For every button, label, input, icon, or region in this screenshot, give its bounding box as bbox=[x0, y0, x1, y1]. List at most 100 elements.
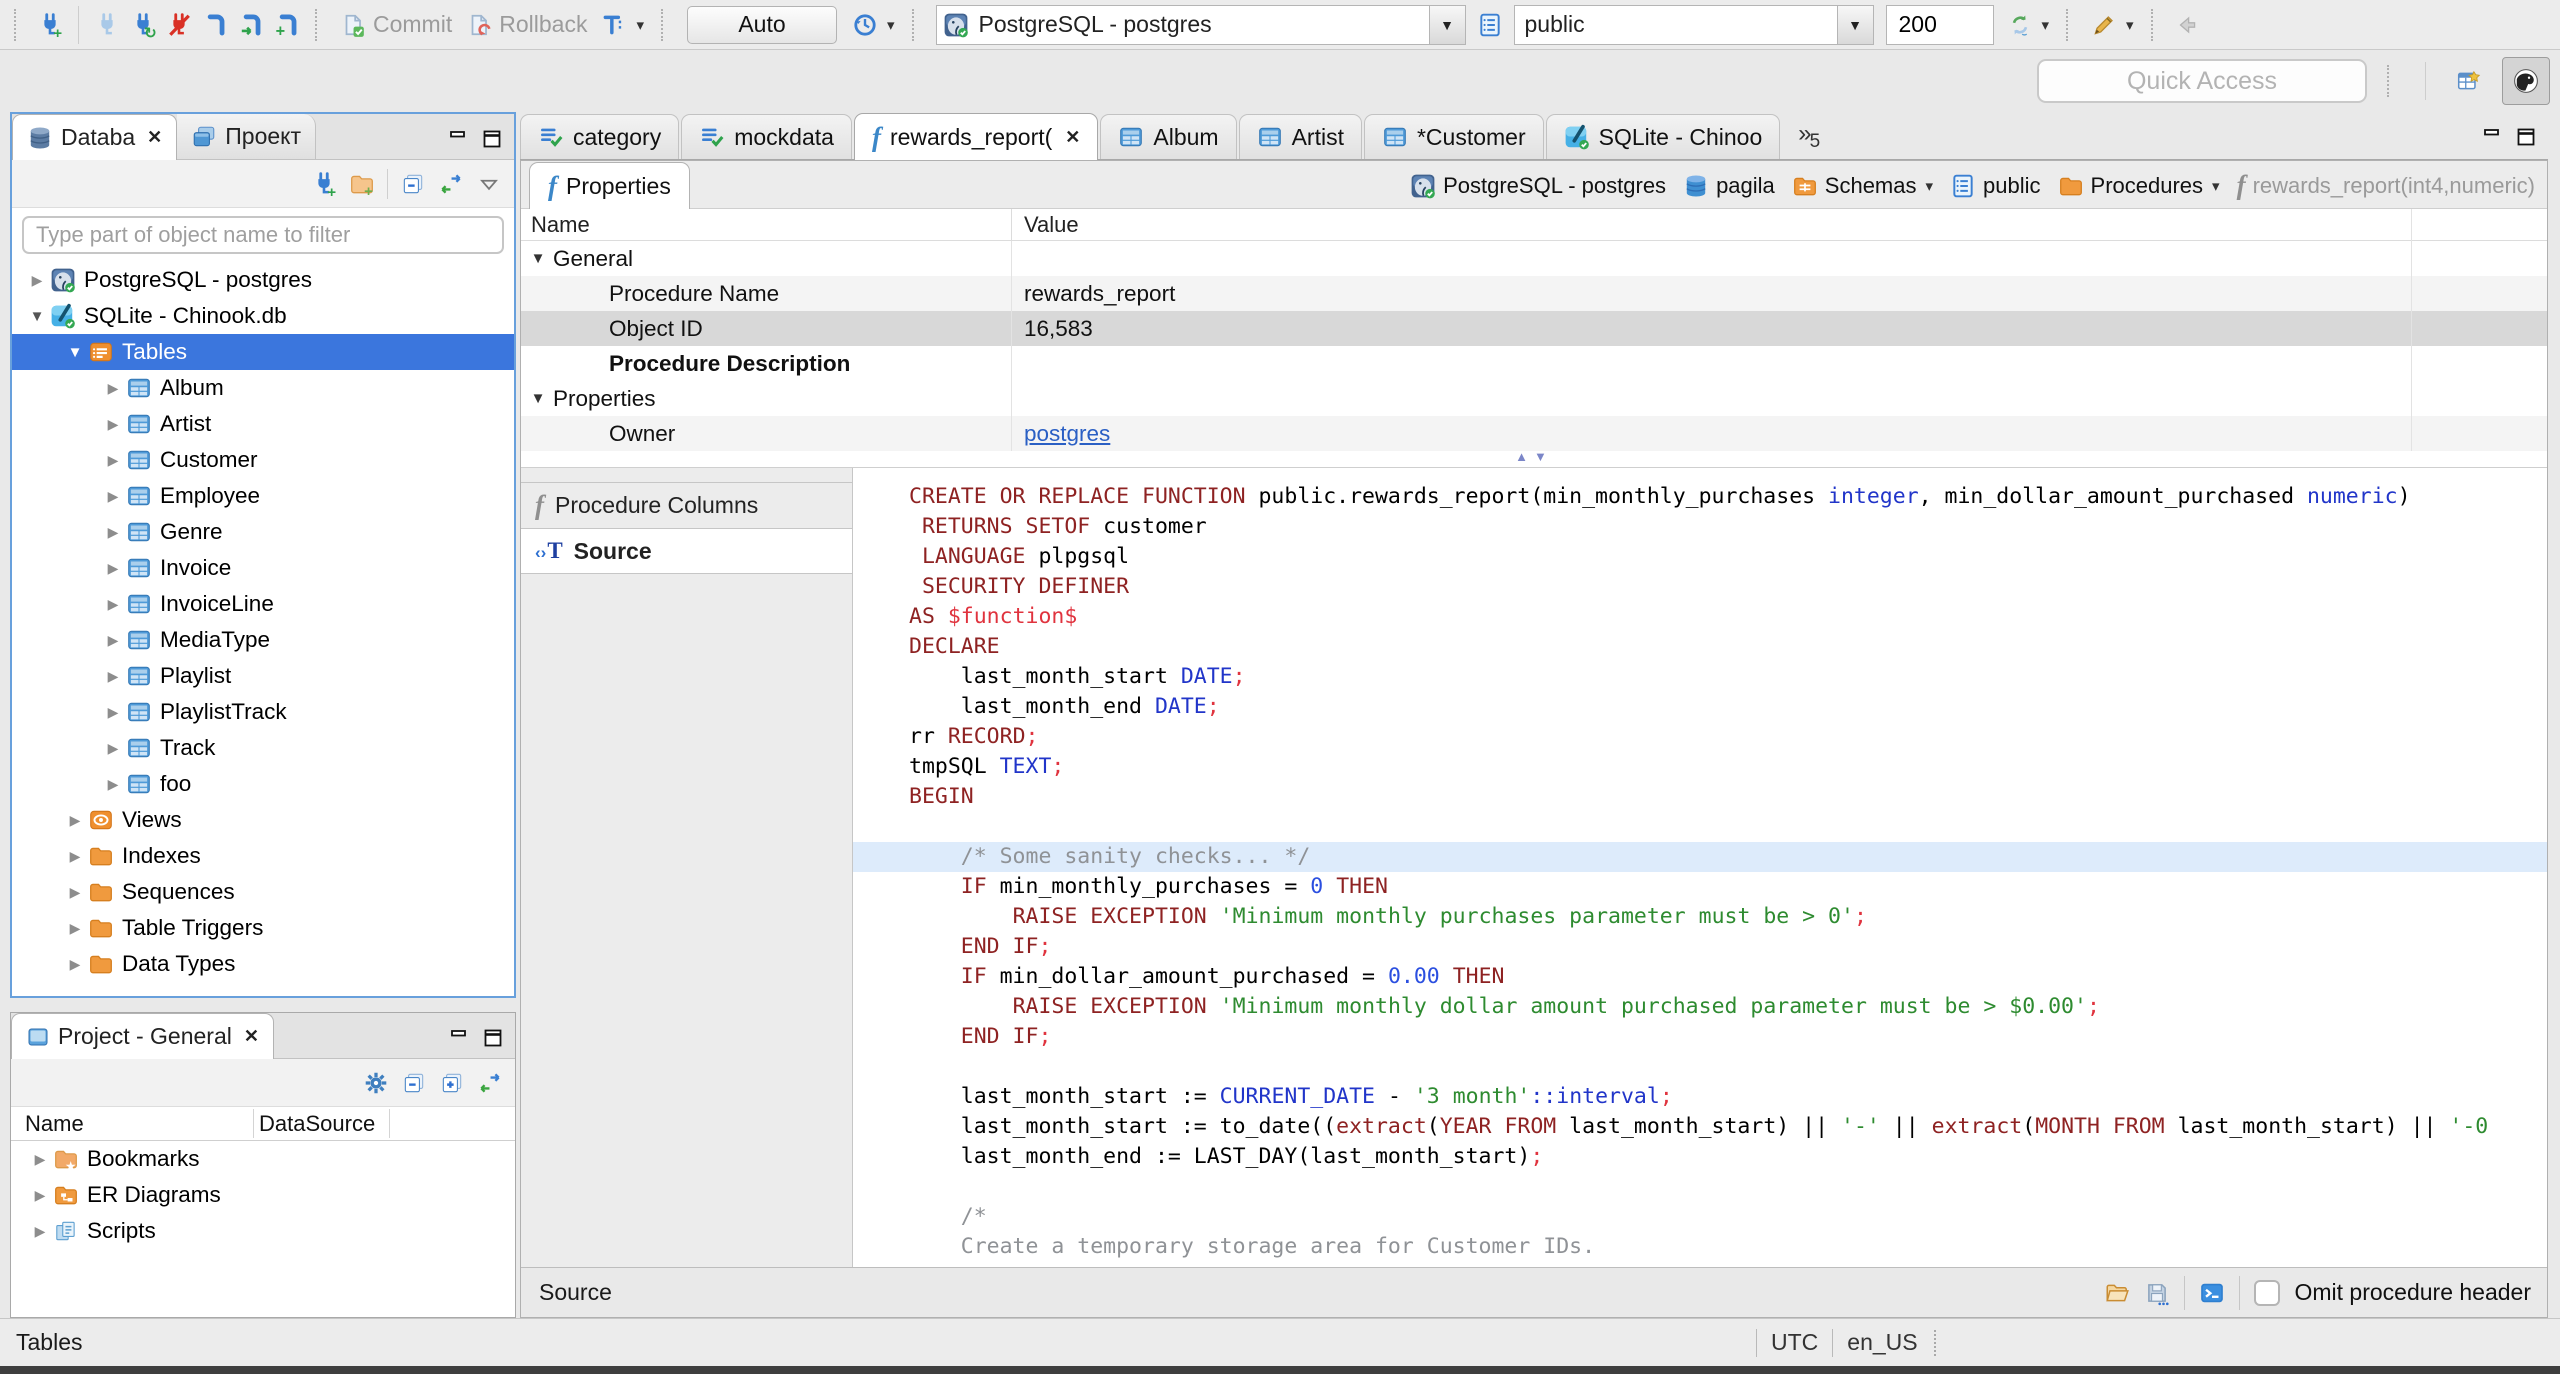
side-tab-procedure-columns[interactable]: f Procedure Columns bbox=[521, 482, 852, 528]
expand-arrow-icon[interactable]: ▶ bbox=[62, 956, 88, 973]
nav-tab-databa[interactable]: Databa ✕ bbox=[12, 114, 178, 160]
expand-arrow-icon[interactable]: ▶ bbox=[100, 560, 126, 577]
open-in-sql-console-icon[interactable] bbox=[2199, 1280, 2225, 1306]
chevron-down-icon[interactable]: ▾ bbox=[2212, 177, 2220, 195]
property-row-owner[interactable]: Owner postgres bbox=[521, 416, 2547, 451]
expand-arrow-icon[interactable]: ▶ bbox=[62, 920, 88, 937]
fetch-size-input[interactable] bbox=[1885, 4, 1994, 45]
auto-commit-button[interactable]: Auto bbox=[686, 5, 837, 44]
expand-arrow-icon[interactable]: ▶ bbox=[100, 596, 126, 613]
expand-arrow-icon[interactable]: ▶ bbox=[27, 1151, 53, 1168]
tree-item-artist[interactable]: ▶ Artist bbox=[12, 406, 514, 442]
connection-combo-dropdown[interactable]: ▼ bbox=[1428, 5, 1465, 44]
expand-arrow-icon[interactable]: ▶ bbox=[24, 272, 50, 289]
property-row-properties[interactable]: ▼ Properties bbox=[521, 381, 2547, 416]
expand-arrow-icon[interactable]: ▶ bbox=[100, 416, 126, 433]
chevron-down-icon[interactable]: ▾ bbox=[1926, 177, 1934, 195]
tree-item-data-types[interactable]: ▶ Data Types bbox=[12, 946, 514, 982]
collapse-all-icon[interactable] bbox=[401, 1070, 427, 1096]
tree-item-views[interactable]: ▶ Views bbox=[12, 802, 514, 838]
project-item-bookmarks[interactable]: ▶ ★ Bookmarks bbox=[11, 1141, 515, 1177]
expand-arrow-icon[interactable]: ▶ bbox=[100, 740, 126, 757]
editor-tab-customer[interactable]: *Customer bbox=[1363, 114, 1544, 159]
minimize-icon[interactable] bbox=[447, 1026, 471, 1050]
source-code-editor[interactable]: CREATE OR REPLACE FUNCTION public.reward… bbox=[853, 468, 2547, 1267]
tree-item-album[interactable]: ▶ Album bbox=[12, 370, 514, 406]
maximize-icon[interactable] bbox=[2514, 125, 2538, 149]
breadcrumb-public[interactable]: public bbox=[1950, 173, 2041, 199]
expand-arrow-icon[interactable]: ▶ bbox=[62, 884, 88, 901]
owner-link[interactable]: postgres bbox=[1024, 421, 1110, 447]
minimize-icon[interactable] bbox=[2480, 125, 2504, 149]
editor-tab-category[interactable]: category bbox=[520, 114, 680, 159]
editor-tab-rewards-report[interactable]: f rewards_report(✕ bbox=[853, 113, 1099, 160]
property-row-general[interactable]: ▼ General bbox=[521, 241, 2547, 276]
gear-icon[interactable] bbox=[363, 1070, 389, 1096]
rollback-button[interactable]: Rollback bbox=[466, 11, 587, 38]
expand-arrow-icon[interactable]: ▶ bbox=[100, 488, 126, 505]
transaction-mode-button[interactable]: ▾ bbox=[601, 12, 644, 38]
tab-project-general[interactable]: Project - General ✕ bbox=[11, 1013, 274, 1059]
property-row-object-id[interactable]: Object ID 16,583 bbox=[521, 311, 2547, 346]
tree-item-tables[interactable]: ▼ Tables bbox=[12, 334, 514, 370]
property-row-procedure-description[interactable]: Procedure Description bbox=[521, 346, 2547, 381]
column-divider[interactable] bbox=[389, 1109, 390, 1138]
editor-tab-album[interactable]: Album bbox=[1100, 114, 1237, 159]
tree-item-employee[interactable]: ▶ Employee bbox=[12, 478, 514, 514]
tree-item-playlist[interactable]: ▶ Playlist bbox=[12, 658, 514, 694]
close-icon[interactable]: ✕ bbox=[244, 1026, 259, 1047]
close-icon[interactable]: ✕ bbox=[147, 127, 162, 148]
collapse-arrow-icon[interactable]: ▼ bbox=[24, 308, 50, 325]
new-connection-icon[interactable]: + bbox=[311, 171, 337, 197]
new-sql-editor-icon[interactable]: + bbox=[274, 12, 300, 38]
new-folder-icon[interactable]: + bbox=[349, 171, 375, 197]
dbeaver-perspective-button[interactable] bbox=[2502, 57, 2550, 105]
tree-item-sequences[interactable]: ▶ Sequences bbox=[12, 874, 514, 910]
omit-procedure-header-checkbox[interactable] bbox=[2254, 1279, 2281, 1306]
property-row-procedure-name[interactable]: Procedure Name rewards_report bbox=[521, 276, 2547, 311]
link-with-editor-icon[interactable] bbox=[477, 1070, 503, 1096]
sql-editor-icon[interactable] bbox=[202, 12, 228, 38]
link-with-editor-icon[interactable] bbox=[438, 171, 464, 197]
tree-item-invoice[interactable]: ▶ Invoice bbox=[12, 550, 514, 586]
quick-access-input[interactable] bbox=[2037, 59, 2367, 103]
transaction-log-button[interactable]: ▾ bbox=[852, 12, 895, 38]
tree-item-indexes[interactable]: ▶ Indexes bbox=[12, 838, 514, 874]
expand-arrow-icon[interactable]: ▶ bbox=[27, 1187, 53, 1204]
editor-tab-sqlite-chinoo[interactable]: SQLite - Chinoo bbox=[1545, 114, 1781, 159]
collapse-arrow-icon[interactable]: ▼ bbox=[62, 344, 88, 361]
collapse-all-icon[interactable] bbox=[400, 171, 426, 197]
maximize-icon[interactable] bbox=[480, 127, 504, 151]
expand-arrow-icon[interactable]: ▶ bbox=[100, 668, 126, 685]
schema-combo[interactable]: public ▼ bbox=[1513, 4, 1874, 45]
expand-arrow-icon[interactable]: ▶ bbox=[100, 704, 126, 721]
refresh-button[interactable]: ▾ bbox=[2007, 12, 2049, 38]
tree-item-playlisttrack[interactable]: ▶ PlaylistTrack bbox=[12, 694, 514, 730]
tree-item-table-triggers[interactable]: ▶ Table Triggers bbox=[12, 910, 514, 946]
sash-collapse-icons[interactable]: ▲▼ bbox=[1515, 449, 1553, 464]
minimize-icon[interactable] bbox=[446, 127, 470, 151]
back-arrow-icon[interactable] bbox=[2174, 12, 2200, 38]
breadcrumb-postgresql-postgres[interactable]: PostgreSQL - postgres bbox=[1410, 173, 1666, 199]
breadcrumb-procedures[interactable]: Procedures ▾ bbox=[2058, 173, 2220, 199]
nav-tab-проект[interactable]: Проект bbox=[177, 114, 317, 159]
expand-arrow-icon[interactable]: ▶ bbox=[100, 524, 126, 541]
expand-arrow-icon[interactable]: ▶ bbox=[100, 632, 126, 649]
grid-column-value[interactable]: Value bbox=[1011, 209, 2547, 240]
tree-item-invoiceline[interactable]: ▶ InvoiceLine bbox=[12, 586, 514, 622]
breadcrumb-pagila[interactable]: pagila bbox=[1683, 173, 1775, 199]
column-header-name[interactable]: Name bbox=[25, 1111, 84, 1137]
expand-arrow-icon[interactable]: ▶ bbox=[100, 776, 126, 793]
expand-arrow-icon[interactable]: ▶ bbox=[100, 452, 126, 469]
breadcrumb-rewards-report-int4-numeric[interactable]: f rewards_report(int4,numeric) bbox=[2237, 172, 2535, 199]
tab-properties[interactable]: f Properties bbox=[529, 162, 690, 209]
connect-icon[interactable] bbox=[94, 12, 120, 38]
collapse-arrow-icon[interactable]: ▼ bbox=[525, 390, 551, 407]
expand-arrow-icon[interactable]: ▶ bbox=[27, 1223, 53, 1240]
grid-column-name[interactable]: Name bbox=[521, 209, 1011, 240]
new-connection-icon[interactable]: + bbox=[37, 12, 63, 38]
splitter-sash[interactable]: ▲▼ bbox=[521, 449, 2547, 467]
tree-item-track[interactable]: ▶ Track bbox=[12, 730, 514, 766]
collapse-arrow-icon[interactable]: ▼ bbox=[525, 250, 551, 267]
view-menu-icon[interactable] bbox=[476, 171, 502, 197]
